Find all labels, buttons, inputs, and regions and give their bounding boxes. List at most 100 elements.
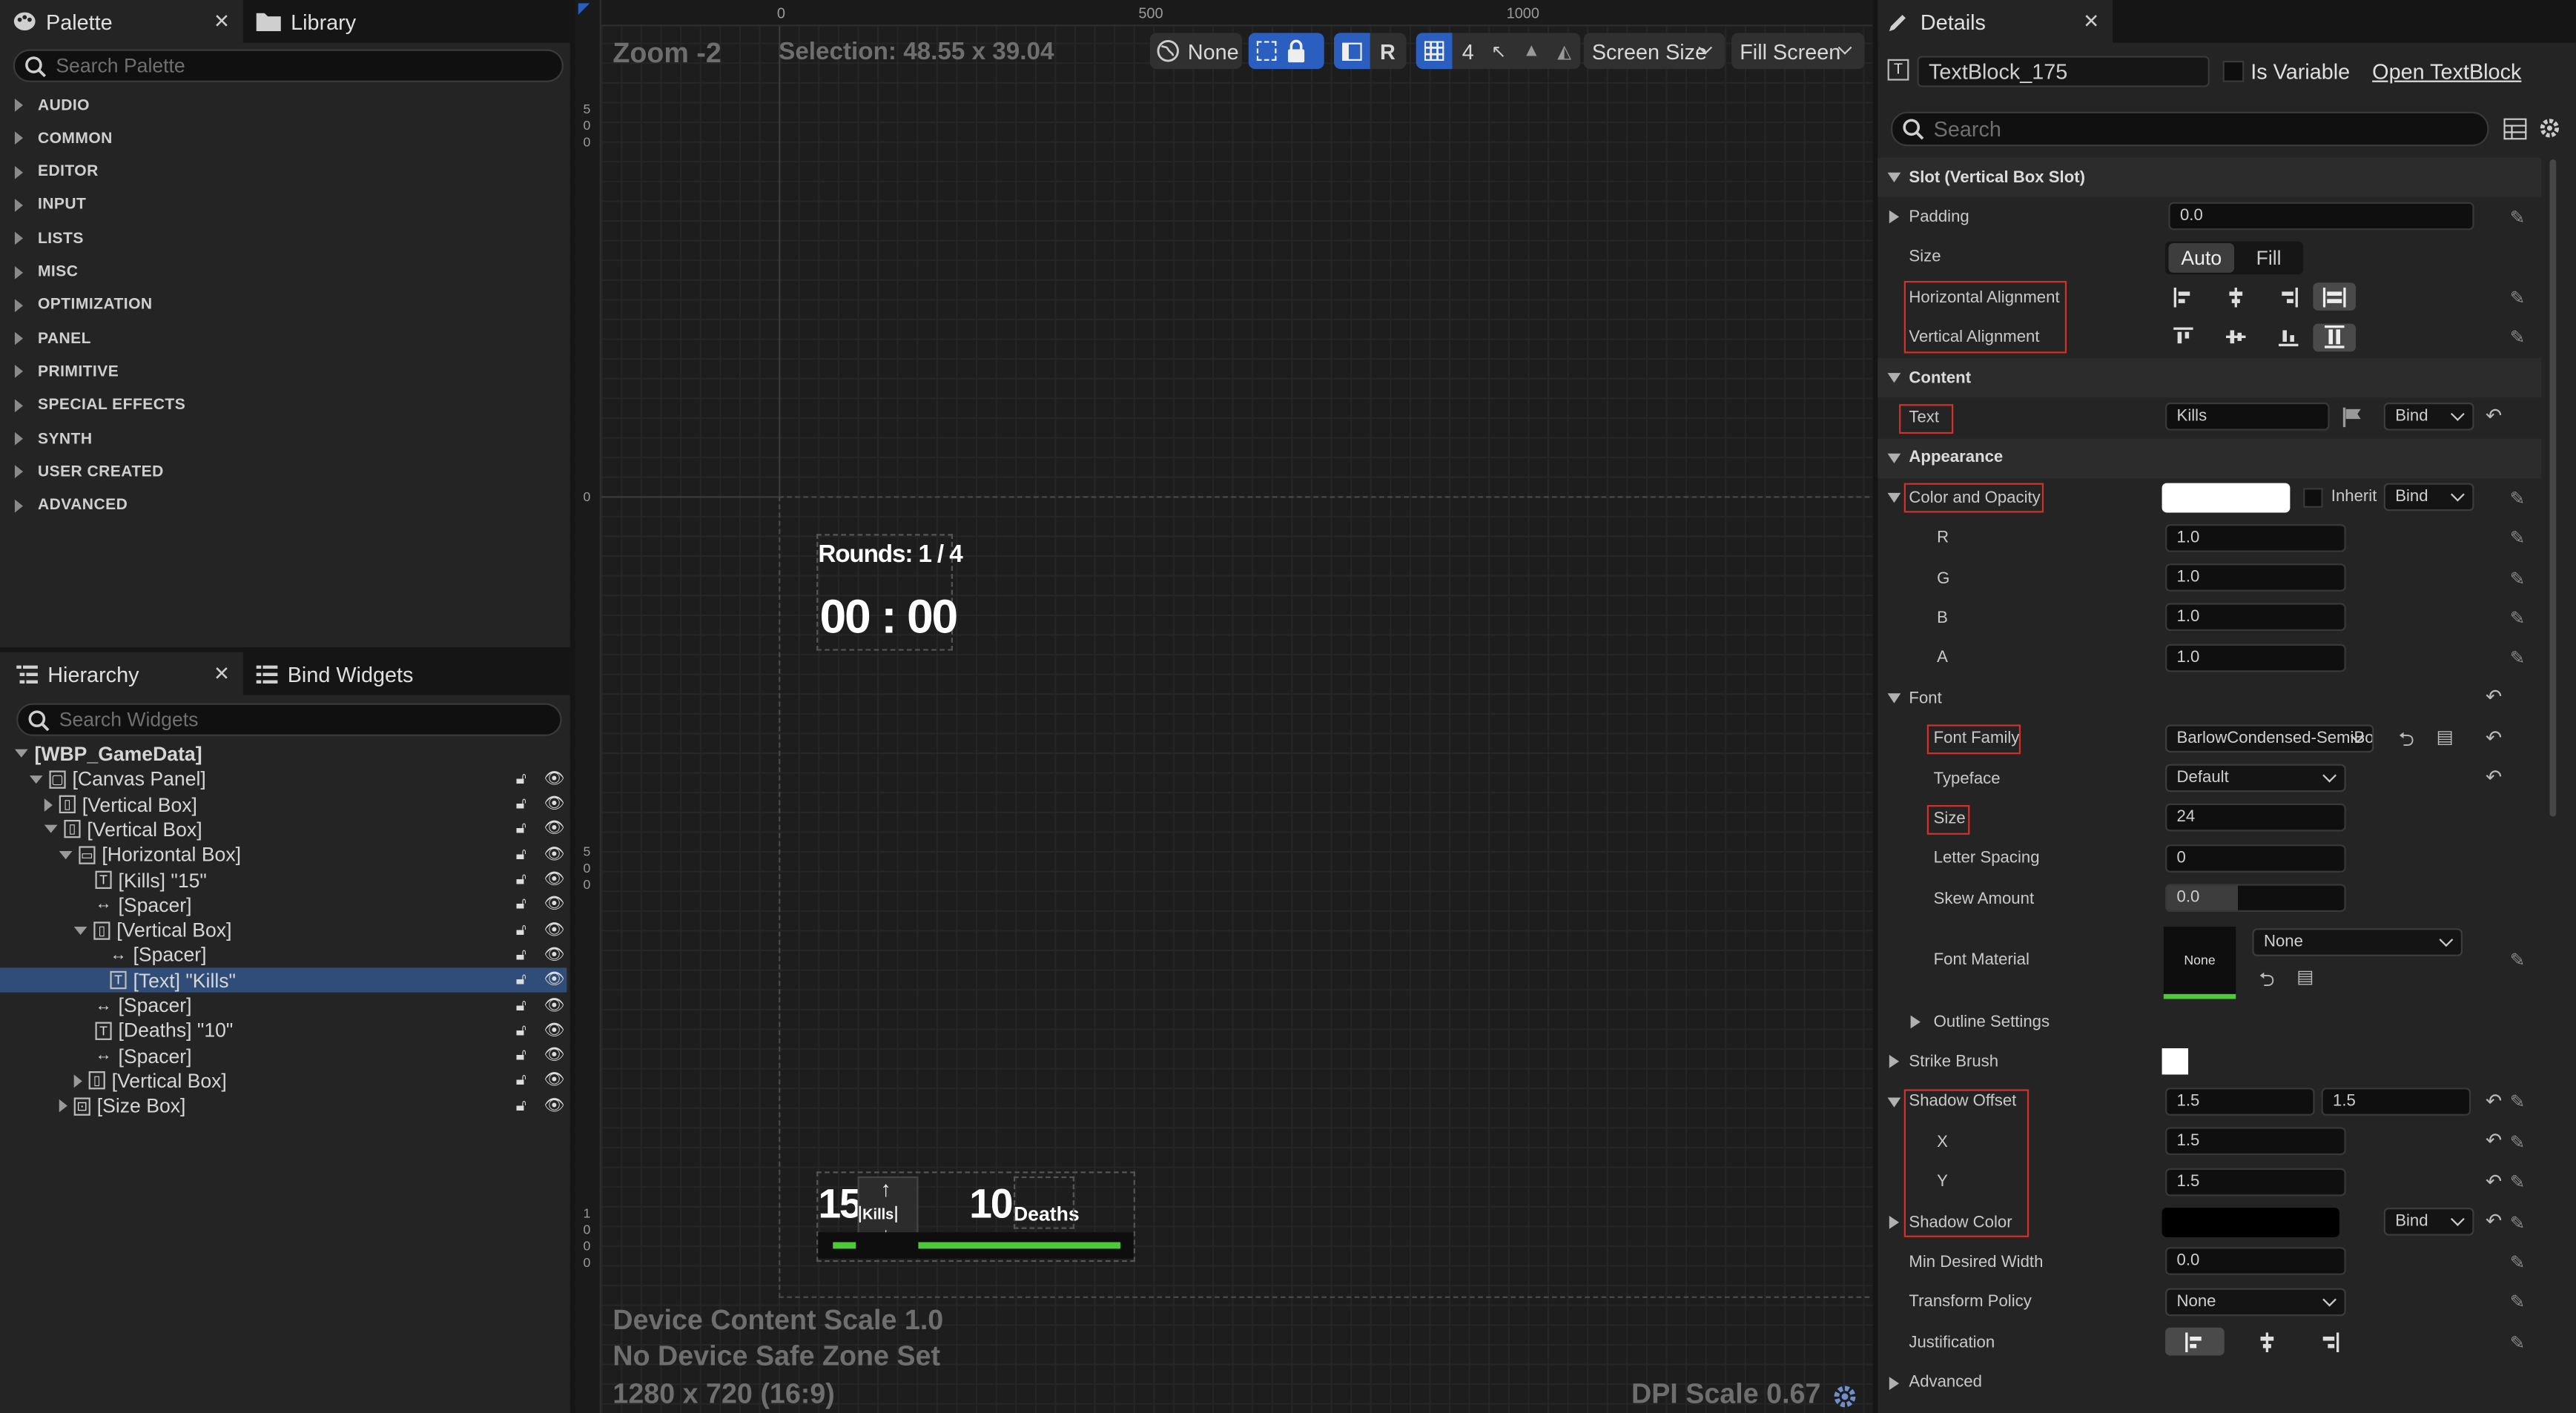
close-icon[interactable]: ✕ — [214, 662, 230, 685]
expand-arrow-icon[interactable] — [1889, 1216, 1900, 1229]
eye-icon[interactable]: 👁︎ — [544, 795, 564, 813]
expand-arrow-icon[interactable] — [73, 926, 87, 935]
hierarchy-item[interactable]: ▯ [Vertical Box] 🔓︎ 👁︎ — [0, 817, 567, 842]
eye-icon[interactable]: 👁︎ — [544, 921, 564, 939]
color-swatch[interactable] — [2161, 483, 2291, 513]
respect-r-button[interactable]: R — [1380, 39, 1396, 63]
hierarchy-item[interactable]: T [Kills] "15" 🔓︎ 👁︎ — [0, 867, 567, 893]
arrow-up-icon[interactable]: ↑ — [881, 1177, 891, 1201]
shadow-x-field[interactable]: 1.5 — [2165, 1127, 2346, 1156]
shadow-y-field[interactable]: 1.5 — [2165, 1167, 2346, 1196]
unlock-icon[interactable]: 🔓︎ — [516, 795, 526, 813]
hierarchy-item[interactable]: ▯ [Vertical Box] 🔓︎ 👁︎ — [0, 918, 567, 943]
strike-brush-swatch[interactable] — [2161, 1048, 2189, 1076]
palette-category-panel[interactable]: PANEL — [0, 322, 567, 355]
tab-palette[interactable]: Palette ✕ — [0, 0, 243, 43]
eye-icon[interactable]: 👁︎ — [544, 946, 564, 964]
reset-pin-icon[interactable]: ✎ — [2510, 1332, 2525, 1354]
palette-category-audio[interactable]: AUDIO — [0, 89, 567, 122]
tab-details[interactable]: Details ✕ — [1877, 0, 2113, 43]
reset-pin-icon[interactable]: ✎ — [2510, 288, 2525, 309]
grid-icon[interactable] — [1416, 33, 1453, 70]
mirror-icon[interactable]: ◭ — [1550, 36, 1579, 66]
reset-pin-icon[interactable]: ✎ — [2510, 1292, 2525, 1314]
tab-hierarchy[interactable]: Hierarchy ✕ — [0, 652, 243, 695]
palette-category-special-effects[interactable]: SPECIAL EFFECTS — [0, 389, 567, 422]
rounds-timer-widget[interactable]: Rounds: 1 / 4 00 : 00 — [816, 534, 963, 651]
marquee-icon[interactable] — [1249, 33, 1285, 69]
eye-icon[interactable]: 👁︎ — [544, 1072, 564, 1090]
color-a-field[interactable]: 1.0 — [2165, 643, 2346, 672]
hierarchy-item[interactable]: ↔ [Spacer] 🔓︎ 👁︎ — [0, 943, 567, 968]
open-textblock-link[interactable]: Open TextBlock — [2372, 59, 2521, 84]
color-g-field[interactable]: 1.0 — [2165, 563, 2346, 592]
hierarchy-item[interactable]: ↔ [Spacer] 🔓︎ 👁︎ — [0, 893, 567, 918]
color-b-field[interactable]: 1.0 — [2165, 603, 2346, 632]
hierarchy-item[interactable]: ▯ [Vertical Box] 🔓︎ 👁︎ — [0, 792, 567, 817]
font-size-field[interactable]: 24 — [2165, 804, 2346, 833]
hierarchy-item[interactable]: ▢ [Canvas Panel] 🔓︎ 👁︎ — [0, 767, 567, 792]
expand-arrow-icon[interactable] — [59, 850, 73, 859]
eye-icon[interactable]: 👁︎ — [544, 971, 564, 989]
shadow-color-bind-dropdown[interactable]: Bind — [2383, 1207, 2474, 1236]
unlock-icon[interactable]: 🔓︎ — [516, 1022, 526, 1039]
fill-screen-dropdown[interactable]: Fill Screen — [1731, 33, 1865, 70]
unlock-icon[interactable]: 🔓︎ — [516, 996, 526, 1014]
justify-right-icon[interactable] — [2300, 1328, 2359, 1356]
expand-arrow-icon[interactable] — [59, 1099, 67, 1113]
eye-icon[interactable]: 👁︎ — [544, 821, 564, 838]
valign-center-icon[interactable] — [2218, 323, 2254, 351]
details-search-input[interactable]: Search — [1891, 111, 2489, 147]
font-family-dropdown[interactable]: BarlowCondensed-SemiBold — [2165, 724, 2374, 752]
palette-category-advanced[interactable]: ADVANCED — [0, 489, 567, 522]
timer-text[interactable]: 00 : 00 — [820, 592, 959, 646]
details-scrollbar[interactable] — [2549, 159, 2557, 817]
reset-pin-icon[interactable]: ✎ — [2510, 608, 2525, 629]
rounds-text[interactable]: Rounds: 1 / 4 — [818, 540, 962, 569]
reset-pin-icon[interactable]: ✎ — [2510, 1212, 2525, 1234]
unlock-icon[interactable]: 🔓︎ — [516, 846, 526, 864]
localization-button[interactable]: None — [1149, 33, 1242, 70]
layout-icon[interactable] — [1333, 33, 1370, 70]
close-icon[interactable]: ✕ — [214, 10, 230, 33]
eye-icon[interactable]: 👁︎ — [544, 1022, 564, 1039]
expand-arrow-icon[interactable] — [1889, 1376, 1900, 1390]
reset-pin-icon[interactable]: ✎ — [2510, 1252, 2525, 1274]
justify-center-icon[interactable] — [2238, 1328, 2297, 1356]
shadow-offset-x-field[interactable]: 1.5 — [2165, 1087, 2315, 1116]
tab-bind-widgets[interactable]: Bind Widgets — [256, 652, 519, 695]
section-appearance[interactable]: Appearance — [1877, 438, 2542, 479]
reset-arrow-icon[interactable]: ↶ — [2486, 1089, 2502, 1112]
text-value-field[interactable]: Kills — [2165, 403, 2330, 431]
folder-search-icon[interactable]: ▤ — [2296, 965, 2314, 987]
gear-icon[interactable] — [1832, 1383, 1857, 1409]
eye-icon[interactable]: 👁︎ — [544, 896, 564, 914]
padding-field[interactable]: 0.0 — [2168, 202, 2474, 231]
size-fill-button[interactable]: Fill — [2238, 243, 2300, 273]
kills-label-text[interactable]: Kills — [859, 1205, 897, 1222]
unlock-icon[interactable]: 🔓︎ — [516, 1047, 526, 1065]
expand-arrow-icon[interactable] — [44, 798, 53, 812]
hierarchy-item[interactable]: T [Text] "Kills" 🔓︎ 👁︎ — [0, 967, 567, 993]
color-r-field[interactable]: 1.0 — [2165, 523, 2346, 552]
palette-category-lists[interactable]: LISTS — [0, 222, 567, 255]
hierarchy-item[interactable]: T [Deaths] "10" 🔓︎ 👁︎ — [0, 1018, 567, 1043]
reset-arrow-icon[interactable]: ↶ — [2486, 1209, 2502, 1232]
palette-category-user-created[interactable]: USER CREATED — [0, 456, 567, 489]
section-slot[interactable]: Slot (Vertical Box Slot) — [1877, 157, 2542, 198]
widget-name-field[interactable]: TextBlock_175 — [1917, 56, 2210, 87]
color-bind-dropdown[interactable]: Bind — [2383, 483, 2474, 512]
section-content[interactable]: Content — [1877, 358, 2542, 399]
hierarchy-item[interactable]: ⊡ [Size Box] 🔓︎ 👁︎ — [0, 1093, 567, 1119]
reset-pin-icon[interactable]: ✎ — [2510, 488, 2525, 509]
cursor-icon[interactable]: ↖ — [1484, 36, 1513, 66]
reset-pin-icon[interactable]: ✎ — [2510, 328, 2525, 349]
unlock-icon[interactable]: 🔓︎ — [516, 821, 526, 838]
typeface-dropdown[interactable]: Default — [2165, 764, 2346, 792]
reset-arrow-icon[interactable]: ↶ — [2486, 1129, 2502, 1152]
reset-pin-icon[interactable]: ✎ — [2510, 1132, 2525, 1154]
reset-arrow-icon[interactable]: ↶ — [2486, 1169, 2502, 1192]
eye-icon[interactable]: 👁︎ — [544, 996, 564, 1014]
unlock-icon[interactable]: 🔓︎ — [516, 1072, 526, 1090]
unlock-icon[interactable]: 🔓︎ — [516, 896, 526, 914]
